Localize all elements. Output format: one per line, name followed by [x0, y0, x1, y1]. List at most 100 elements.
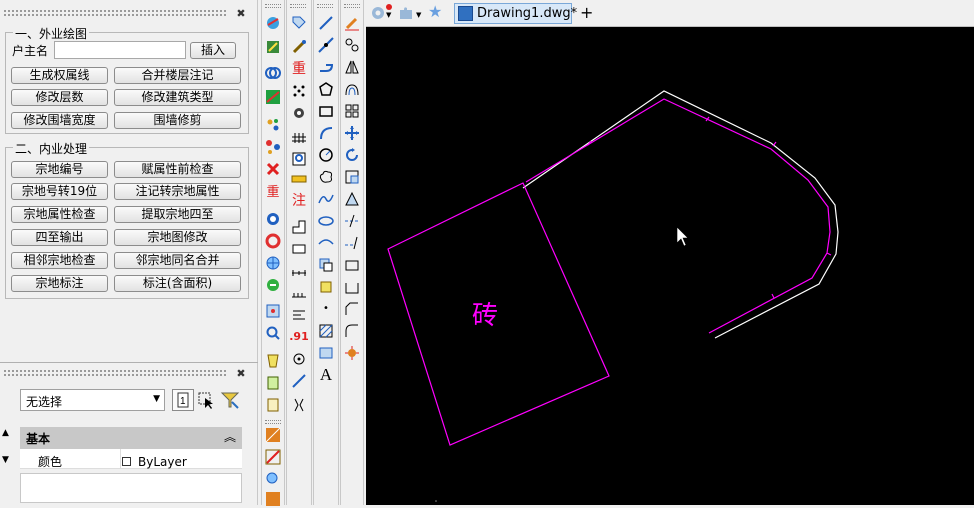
report-icon[interactable]	[263, 374, 283, 392]
parcel-number-button[interactable]: 宗地编号	[11, 161, 108, 178]
parcel-label-button[interactable]: 宗地标注	[11, 275, 108, 292]
toolbar-text-icon-2[interactable]: 重	[289, 60, 309, 78]
toolbar-grip[interactable]	[317, 4, 333, 8]
ruler-icon[interactable]	[289, 170, 309, 188]
merge-floor-notes-button[interactable]: 合并楼层注记	[114, 67, 241, 84]
extract-parcel-boundary-button[interactable]: 提取宗地四至	[114, 206, 241, 223]
owner-name-input[interactable]	[54, 41, 186, 59]
area-fill-icon[interactable]	[263, 88, 283, 106]
line-icon[interactable]	[316, 14, 336, 32]
generate-boundary-button[interactable]: 生成权属线	[11, 67, 108, 84]
polyline-icon[interactable]	[316, 58, 336, 76]
cut-icon[interactable]	[263, 490, 283, 508]
chamfer-icon[interactable]	[342, 300, 362, 318]
revision-cloud-icon[interactable]	[316, 168, 336, 186]
ellipse-arc-icon[interactable]	[316, 234, 336, 252]
new-tab-button[interactable]: +	[580, 3, 593, 22]
erase-icon[interactable]	[342, 14, 362, 32]
network-icon[interactable]	[263, 138, 283, 156]
polygon-icon[interactable]	[316, 80, 336, 98]
toolbar-grip-2[interactable]	[265, 420, 281, 424]
toolbar-text-icon-3[interactable]: 注	[289, 192, 309, 210]
rotate-icon[interactable]	[342, 146, 362, 164]
globe-icon[interactable]	[263, 254, 283, 272]
tag-icon[interactable]	[289, 14, 309, 32]
topology-icon[interactable]	[263, 302, 283, 320]
puzzle-icon[interactable]	[398, 5, 414, 21]
break-line-icon[interactable]	[289, 396, 309, 414]
parcel-attribute-check-button[interactable]: 宗地属性检查	[11, 206, 108, 223]
overlap-icon[interactable]	[263, 64, 283, 82]
adjacent-parcel-check-button[interactable]: 相邻宗地检查	[11, 252, 108, 269]
hatch-icon[interactable]	[263, 426, 283, 444]
toggle-pickadd-button[interactable]: 1	[172, 389, 194, 411]
circle-point-icon[interactable]	[289, 350, 309, 368]
fillet-icon[interactable]	[342, 322, 362, 340]
toolbar-grip[interactable]	[290, 4, 306, 8]
document-icon[interactable]	[263, 352, 283, 370]
measure-icon[interactable]	[263, 448, 283, 466]
side-collapse-icon[interactable]: ▲	[2, 428, 16, 442]
move-icon[interactable]	[342, 124, 362, 142]
trim-icon[interactable]	[342, 212, 362, 230]
search-icon[interactable]	[263, 324, 283, 342]
toolbar-text-icon-1[interactable]: 重	[263, 184, 283, 202]
cluster-icon[interactable]	[289, 104, 309, 122]
parcel-number-to-19-button[interactable]: 宗地号转19位	[11, 183, 108, 200]
offset-icon[interactable]	[342, 80, 362, 98]
zoom-icon[interactable]	[263, 470, 283, 488]
tab-drawing1[interactable]: Drawing1.dwg*	[454, 3, 577, 24]
stretch-icon[interactable]	[342, 190, 362, 208]
array-icon[interactable]	[342, 102, 362, 120]
toolbar-grip[interactable]	[265, 4, 281, 8]
panel-grip[interactable]	[4, 10, 226, 16]
arc-icon[interactable]	[316, 124, 336, 142]
side-expand-icon[interactable]: ▼	[2, 455, 16, 469]
rectangle-icon[interactable]	[289, 240, 309, 258]
mirror-icon[interactable]	[342, 58, 362, 76]
recycle-icon[interactable]	[263, 276, 283, 294]
line-tool-icon[interactable]	[289, 372, 309, 390]
selection-dropdown[interactable]: 无选择 ▼	[20, 389, 165, 411]
join-icon[interactable]	[342, 278, 362, 296]
chevron-down-icon-2[interactable]: ▼	[416, 11, 421, 19]
chevron-down-icon[interactable]: ▼	[386, 11, 391, 19]
modify-wall-width-button[interactable]: 修改围墙宽度	[11, 112, 108, 129]
select-objects-button[interactable]	[196, 390, 216, 410]
insert-button[interactable]: 插入	[190, 42, 236, 59]
stairs-icon[interactable]	[289, 306, 309, 324]
circle-icon[interactable]	[316, 146, 336, 164]
ellipse-icon[interactable]	[316, 212, 336, 230]
gear-icon[interactable]	[370, 5, 386, 21]
category-header-basic[interactable]: 基本 ︽	[20, 427, 242, 449]
zoom-point-icon[interactable]	[289, 150, 309, 168]
trim-wall-button[interactable]: 围墙修剪	[114, 112, 241, 129]
drawing-canvas[interactable]: 砖	[366, 27, 974, 505]
property-row[interactable]: 颜色 ByLayer	[20, 449, 242, 469]
step-icon[interactable]	[289, 218, 309, 236]
scale-icon[interactable]	[342, 168, 362, 186]
dim-ticks-icon[interactable]	[289, 284, 309, 302]
properties-close-icon[interactable]: ✖	[236, 368, 246, 379]
gear-icon[interactable]	[263, 210, 283, 228]
note-to-parcel-attribute-button[interactable]: 注记转宗地属性	[114, 183, 241, 200]
explode-icon[interactable]	[342, 344, 362, 362]
merge-adjacent-same-name-button[interactable]: 邻宗地同名合并	[114, 252, 241, 269]
extend-icon[interactable]	[342, 234, 362, 252]
star-icon[interactable]: ★	[428, 4, 444, 20]
ring-icon[interactable]	[263, 232, 283, 250]
dim-line-icon[interactable]	[289, 262, 309, 280]
sheet-icon[interactable]	[263, 396, 283, 414]
point-icon[interactable]: •	[316, 300, 336, 318]
layer-icon[interactable]	[263, 14, 283, 32]
delete-points-icon[interactable]	[263, 160, 283, 178]
modify-building-type-button[interactable]: 修改建筑类型	[114, 89, 241, 106]
boundary-output-button[interactable]: 四至输出	[11, 229, 108, 246]
toolbar-grip[interactable]	[344, 4, 360, 8]
rectangle-draw-icon[interactable]	[316, 102, 336, 120]
quick-select-button[interactable]	[220, 390, 240, 410]
toolbar-text-icon-5[interactable]: A	[316, 366, 336, 384]
construction-line-icon[interactable]	[316, 36, 336, 54]
brush-icon[interactable]	[289, 38, 309, 56]
copy-icon[interactable]	[342, 36, 362, 54]
